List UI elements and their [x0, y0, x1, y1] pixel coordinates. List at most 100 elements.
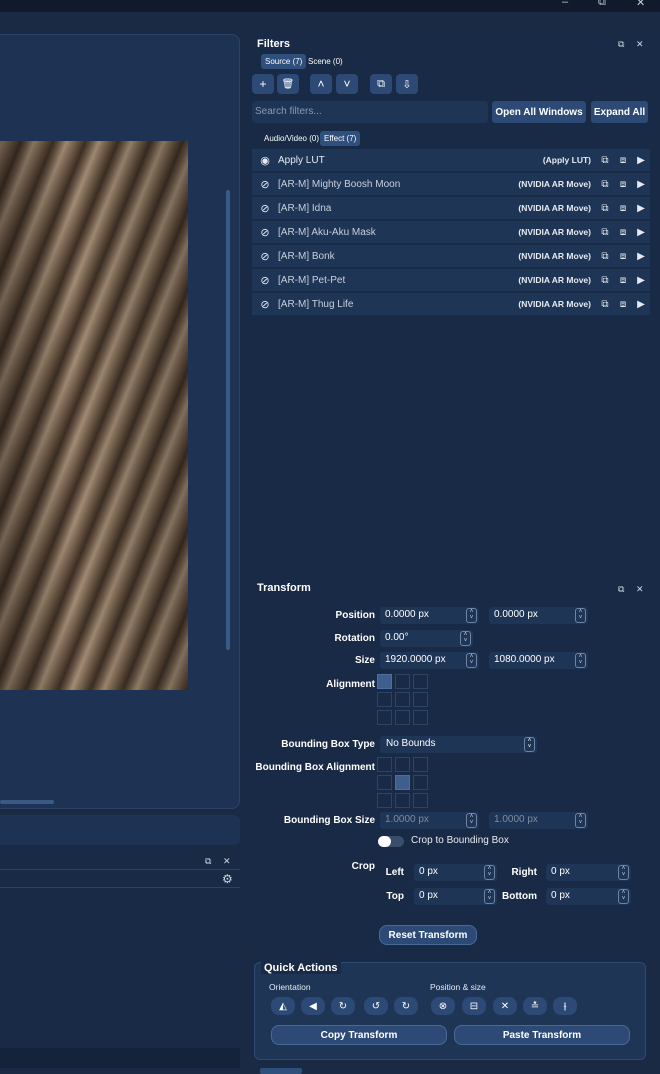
align-top[interactable]	[395, 674, 410, 689]
bbox-align-left[interactable]	[377, 775, 392, 790]
center-vertical-button[interactable]: ≛	[523, 997, 547, 1015]
filter-row[interactable]: ⊘ [AR-M] Pet-Pet (NVIDIA AR Move) ⧉ ⧈ ▶	[252, 269, 650, 291]
preview-vertical-scrollbar[interactable]	[226, 190, 230, 650]
crop-left-input[interactable]: 0 px ˄ ˅	[414, 864, 497, 881]
minimize-icon[interactable]: –	[562, 0, 568, 8]
expand-arrow-icon[interactable]: ▶	[632, 203, 650, 214]
left-dock-float-icon[interactable]: ⧉	[205, 856, 211, 867]
crop-right-input[interactable]: 0 px ˄ ˅	[546, 864, 631, 881]
align-bottom-right[interactable]	[413, 710, 428, 725]
filter-row[interactable]: ⊘ [AR-M] Aku-Aku Mask (NVIDIA AR Move) ⧉ ⧈ ▶	[252, 221, 650, 243]
filter-search-input[interactable]: Search filters...	[252, 101, 488, 123]
size-height-input[interactable]: 1080.0000 px ˄ ˅	[489, 652, 588, 669]
bbox-width-input[interactable]: 1.0000 px ˄ ˅	[380, 812, 479, 829]
flip-vertical-button[interactable]: ◀	[301, 997, 325, 1015]
bbox-align-top[interactable]	[395, 757, 410, 772]
dropdown-arrows-icon[interactable]: ˄ ˅	[524, 737, 535, 752]
paste-filters-button[interactable]: ⇩	[396, 74, 418, 94]
filter-row[interactable]: ⊘ [AR-M] Mighty Boosh Moon (NVIDIA AR Move…	[252, 173, 650, 195]
stepper-arrows-icon[interactable]: ˄ ˅	[618, 865, 629, 880]
properties-icon[interactable]: ⧈	[614, 203, 632, 214]
expand-arrow-icon[interactable]: ▶	[632, 299, 650, 310]
center-horizontal-button[interactable]: ⫲	[553, 997, 577, 1015]
remove-filter-button[interactable]: 🗑	[277, 74, 299, 94]
bbox-type-select[interactable]: No Bounds ˄ ˅	[380, 736, 537, 753]
properties-icon[interactable]: ⧈	[614, 299, 632, 310]
reset-transform-button[interactable]: Reset Transform	[379, 925, 477, 945]
rotate-ccw-button[interactable]: ↺	[364, 997, 388, 1015]
rotation-input[interactable]: 0.00° ˄ ˅	[380, 630, 473, 647]
filters-close-icon[interactable]: ✕	[636, 39, 644, 50]
stepper-arrows-icon[interactable]: ˄ ˅	[484, 865, 495, 880]
rotate-180-button[interactable]: ↻	[394, 997, 418, 1015]
align-bottom-left[interactable]	[377, 710, 392, 725]
gear-icon[interactable]: ⚙	[222, 872, 233, 886]
fit-to-screen-button[interactable]: ⊟	[462, 997, 486, 1015]
duplicate-icon[interactable]: ⧉	[596, 275, 614, 286]
tab-audio-video[interactable]: Audio/Video (0)	[260, 131, 323, 146]
filter-row[interactable]: ◉ Apply LUT (Apply LUT) ⧉ ⧈ ▶	[252, 149, 650, 171]
bbox-align-bottom-left[interactable]	[377, 793, 392, 808]
bbox-align-right[interactable]	[413, 775, 428, 790]
expand-arrow-icon[interactable]: ▶	[632, 251, 650, 262]
copy-transform-button[interactable]: Copy Transform	[271, 1025, 447, 1045]
expand-arrow-icon[interactable]: ▶	[632, 227, 650, 238]
duplicate-icon[interactable]: ⧉	[596, 227, 614, 238]
copy-filters-button[interactable]: ⧉	[370, 74, 392, 94]
crop-to-bbox-toggle[interactable]	[378, 836, 404, 847]
align-right[interactable]	[413, 692, 428, 707]
stepper-arrows-icon[interactable]: ˄ ˅	[466, 813, 477, 828]
stepper-arrows-icon[interactable]: ˄ ˅	[618, 889, 629, 904]
expand-arrow-icon[interactable]: ▶	[632, 155, 650, 166]
reset-position-button[interactable]: ⊗	[431, 997, 455, 1015]
align-bottom[interactable]	[395, 710, 410, 725]
close-icon[interactable]: ✕	[636, 0, 645, 9]
eye-hidden-icon[interactable]: ⊘	[252, 226, 278, 239]
bbox-align-bottom-right[interactable]	[413, 793, 428, 808]
stepper-arrows-icon[interactable]: ˄ ˅	[466, 653, 477, 668]
duplicate-icon[interactable]: ⧉	[596, 251, 614, 262]
eye-icon[interactable]: ◉	[252, 154, 278, 167]
position-x-input[interactable]: 0.0000 px ˄ ˅	[380, 607, 479, 624]
expand-all-button[interactable]: Expand All	[591, 101, 648, 123]
properties-icon[interactable]: ⧈	[614, 251, 632, 262]
expand-arrow-icon[interactable]: ▶	[632, 275, 650, 286]
rotate-cw-button[interactable]: ↻	[331, 997, 355, 1015]
properties-icon[interactable]: ⧈	[614, 227, 632, 238]
preview-horizontal-scrollbar[interactable]	[0, 800, 54, 804]
restore-icon[interactable]: ⧉	[598, 0, 606, 9]
bbox-align-top-left[interactable]	[377, 757, 392, 772]
align-left[interactable]	[377, 692, 392, 707]
stepper-arrows-icon[interactable]: ˄ ˅	[575, 653, 586, 668]
alignment-grid[interactable]	[377, 674, 428, 725]
crop-bottom-input[interactable]: 0 px ˄ ˅	[546, 888, 631, 905]
duplicate-icon[interactable]: ⧉	[596, 203, 614, 214]
add-filter-button[interactable]: +	[252, 74, 274, 94]
stepper-arrows-icon[interactable]: ˄ ˅	[460, 631, 471, 646]
bbox-align-center[interactable]	[395, 775, 410, 790]
filters-float-icon[interactable]: ⧉	[618, 39, 624, 50]
eye-hidden-icon[interactable]: ⊘	[252, 274, 278, 287]
filter-row[interactable]: ⊘ [AR-M] Idna (NVIDIA AR Move) ⧉ ⧈ ▶	[252, 197, 650, 219]
bottom-tab-active[interactable]	[260, 1068, 302, 1074]
properties-icon[interactable]: ⧈	[614, 179, 632, 190]
stretch-to-screen-button[interactable]: ✕	[493, 997, 517, 1015]
duplicate-icon[interactable]: ⧉	[596, 155, 614, 166]
duplicate-icon[interactable]: ⧉	[596, 299, 614, 310]
position-y-input[interactable]: 0.0000 px ˄ ˅	[489, 607, 588, 624]
move-filter-up-button[interactable]: ˄	[310, 74, 332, 94]
eye-hidden-icon[interactable]: ⊘	[252, 250, 278, 263]
crop-top-input[interactable]: 0 px ˄ ˅	[414, 888, 497, 905]
left-dock-close-icon[interactable]: ✕	[223, 856, 231, 867]
tab-effect[interactable]: Effect (7)	[320, 131, 361, 146]
bbox-align-top-right[interactable]	[413, 757, 428, 772]
properties-icon[interactable]: ⧈	[614, 155, 632, 166]
filter-row[interactable]: ⊘ [AR-M] Thug Life (NVIDIA AR Move) ⧉ ⧈ ▶	[252, 293, 650, 315]
open-all-windows-button[interactable]: Open All Windows	[492, 101, 586, 123]
transform-float-icon[interactable]: ⧉	[618, 584, 624, 595]
expand-arrow-icon[interactable]: ▶	[632, 179, 650, 190]
size-width-input[interactable]: 1920.0000 px ˄ ˅	[380, 652, 479, 669]
duplicate-icon[interactable]: ⧉	[596, 179, 614, 190]
tab-scene[interactable]: Scene (0)	[304, 54, 347, 69]
filter-row[interactable]: ⊘ [AR-M] Bonk (NVIDIA AR Move) ⧉ ⧈ ▶	[252, 245, 650, 267]
